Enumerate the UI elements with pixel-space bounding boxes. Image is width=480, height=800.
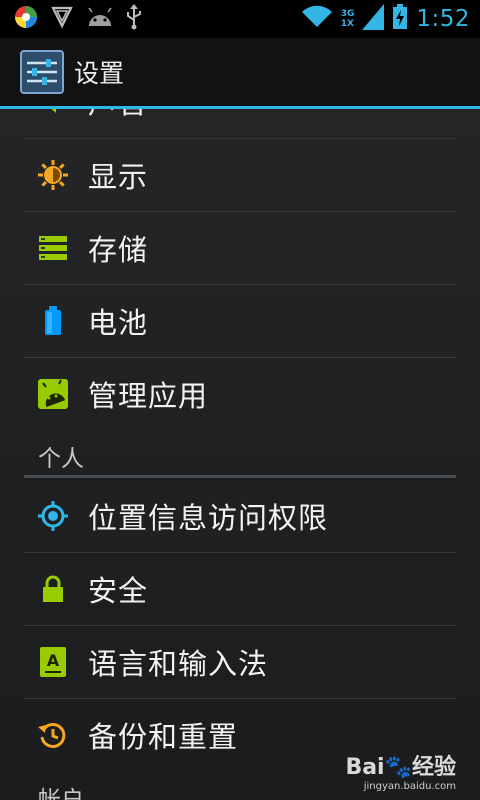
settings-item-label: 显示 <box>88 160 149 194</box>
clock: 1:52 <box>416 6 470 32</box>
storage-icon <box>36 231 70 265</box>
location-icon <box>36 499 70 533</box>
brightness-icon <box>36 158 70 192</box>
settings-item-location[interactable]: 位置信息访问权限 <box>24 480 456 552</box>
baidu-watermark: Bai🐾经验 jingyan.baidu.com <box>345 749 456 792</box>
svg-text:A: A <box>47 651 60 670</box>
wifi-icon <box>301 5 333 33</box>
settings-item-label: 安全 <box>88 574 149 608</box>
settings-item-language-input[interactable]: A 语言和输入法 <box>24 626 456 698</box>
backup-icon <box>36 718 70 752</box>
settings-list[interactable]: 声音 显示 <box>0 109 480 800</box>
settings-item-sound[interactable]: 声音 <box>24 109 456 137</box>
network-top-label: 3G <box>340 9 355 19</box>
shield-notification-icon <box>50 5 74 33</box>
section-header-personal: 个人 <box>38 446 84 472</box>
status-bar: 3G 1X 1:52 <box>0 0 480 38</box>
settings-item-battery[interactable]: 电池 <box>24 285 456 357</box>
android-debug-icon <box>86 6 114 32</box>
page-title: 设置 <box>74 59 125 88</box>
settings-item-label: 声音 <box>88 109 148 122</box>
colorful-circle-app-icon <box>14 5 38 33</box>
apps-icon <box>36 377 70 411</box>
section-divider <box>24 475 456 478</box>
settings-item-label: 电池 <box>88 306 149 340</box>
battery-icon <box>36 304 70 338</box>
lock-icon <box>36 572 70 606</box>
settings-item-storage[interactable]: 存储 <box>24 212 456 284</box>
network-bottom-label: 1X <box>340 19 354 29</box>
settings-item-manage-apps[interactable]: 管理应用 <box>24 358 456 430</box>
battery-charging-icon <box>392 4 408 34</box>
settings-sliders-icon[interactable] <box>20 50 64 94</box>
usb-icon <box>126 4 142 34</box>
watermark-url: jingyan.baidu.com <box>363 781 456 792</box>
settings-item-label: 存储 <box>88 233 149 267</box>
watermark-brand: Bai🐾经验 <box>345 755 456 780</box>
settings-item-security[interactable]: 安全 <box>24 553 456 625</box>
volume-icon <box>36 109 70 118</box>
settings-item-label: 语言和输入法 <box>88 647 269 681</box>
settings-item-label: 位置信息访问权限 <box>88 501 329 535</box>
section-header-accounts: 帐户 <box>38 787 84 800</box>
settings-item-label: 管理应用 <box>88 379 209 413</box>
network-type: 3G 1X <box>341 9 355 29</box>
language-icon: A <box>36 645 70 679</box>
signal-icon <box>362 4 385 34</box>
action-bar: 设置 <box>0 38 480 106</box>
settings-item-label: 备份和重置 <box>88 720 239 754</box>
settings-item-display[interactable]: 显示 <box>24 139 456 211</box>
